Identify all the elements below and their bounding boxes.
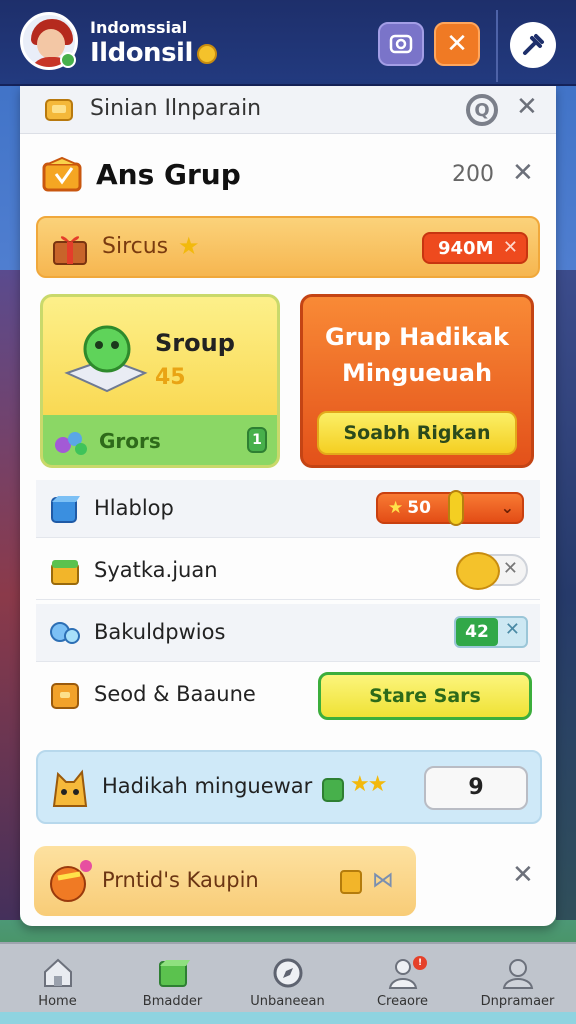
gift-icon bbox=[53, 236, 87, 265]
group-card-left[interactable]: Sroup 45 Grors 1 bbox=[40, 294, 280, 468]
list-item-label: Syatka.juan bbox=[94, 558, 218, 582]
chevron-down-icon: ⌄ bbox=[500, 498, 514, 517]
status-badge-value: 940M bbox=[438, 237, 494, 259]
chest-icon bbox=[51, 560, 79, 585]
lock-icon: 1 bbox=[247, 427, 267, 453]
nav-label: Creaore bbox=[376, 994, 429, 1009]
star-icon: ★ bbox=[178, 232, 200, 260]
status-label: Sircus bbox=[102, 234, 169, 259]
close-icon[interactable]: ✕ bbox=[503, 558, 518, 579]
gold-coin-icon bbox=[456, 552, 500, 590]
folder-icon bbox=[45, 99, 73, 121]
candy-icon bbox=[50, 860, 92, 902]
value-dropdown[interactable]: ★ 50 ⌄ bbox=[376, 490, 524, 526]
group-card-right[interactable]: Grup Hadikak Mingueuah Soabh Rigkan bbox=[300, 294, 534, 468]
coin-slider-handle[interactable] bbox=[448, 490, 464, 526]
card-left-footer: Grors bbox=[99, 429, 161, 453]
camera-button[interactable] bbox=[378, 22, 424, 66]
user-subtitle: Indomssial bbox=[90, 18, 188, 37]
compass-icon bbox=[273, 958, 302, 988]
header-divider bbox=[496, 10, 498, 82]
stars-icon: ★★ bbox=[350, 772, 387, 797]
promo-banner[interactable]: Prntid's Kaupin ⋈ bbox=[34, 846, 416, 916]
group-count: 200 bbox=[452, 162, 494, 187]
promo-close-button[interactable]: ✕ bbox=[512, 860, 534, 890]
profile-icon bbox=[502, 959, 533, 989]
list-item[interactable]: Bakuldpwios 42 ✕ bbox=[36, 604, 540, 662]
start-button[interactable]: Stare Sars bbox=[318, 672, 532, 720]
card-right-button[interactable]: Soabh Rigkan bbox=[317, 411, 517, 455]
status-badge-close-icon[interactable]: ✕ bbox=[503, 237, 518, 258]
count-value: 42 bbox=[456, 618, 498, 646]
count-chip[interactable]: 42 ✕ bbox=[454, 616, 528, 648]
coin-toggle[interactable]: ✕ bbox=[456, 552, 528, 590]
gems-icon bbox=[55, 432, 87, 455]
nav-label: Dnpramaer bbox=[480, 994, 555, 1009]
top-header: Indomssial Ildonsil ✕ bbox=[0, 0, 576, 86]
username: Ildonsil bbox=[90, 38, 217, 68]
card-left-value: 45 bbox=[155, 365, 186, 390]
username-text: Ildonsil bbox=[90, 38, 193, 68]
search-bar[interactable]: Sinian Ilnparain Q ✕ bbox=[20, 86, 556, 134]
status-badge[interactable]: 940M ✕ bbox=[422, 232, 528, 264]
quantity-field[interactable]: 9 bbox=[424, 766, 528, 810]
banner-label: Hadikah minguewar bbox=[102, 774, 313, 798]
card-left-title: Sroup bbox=[155, 329, 235, 357]
list-item[interactable]: Hlablop ★ 50 ⌄ bbox=[36, 480, 540, 538]
cat-icon bbox=[52, 769, 88, 807]
group-chest-icon bbox=[42, 156, 82, 192]
list-item-label: Seod & Baaune bbox=[94, 682, 256, 706]
bow-icon: ⋈ bbox=[372, 868, 394, 893]
close-icon[interactable]: ✕ bbox=[505, 619, 520, 640]
dropdown-value: 50 bbox=[407, 498, 431, 518]
list-item[interactable]: Syatka.juan ✕ bbox=[36, 542, 540, 600]
cube-icon bbox=[51, 496, 80, 523]
card-right-title-line1: Grup Hadikak bbox=[325, 323, 509, 351]
tools-icon bbox=[523, 34, 544, 55]
list-item[interactable]: Seod & Baaune Stare Sars bbox=[36, 666, 540, 732]
card-right-title: Grup Hadikak Mingueuah bbox=[303, 319, 531, 391]
tools-button[interactable] bbox=[510, 22, 556, 68]
promo-label: Prntid's Kaupin bbox=[102, 868, 259, 892]
online-badge-icon bbox=[60, 52, 76, 68]
status-row[interactable]: Sircus ★ 940M ✕ bbox=[36, 216, 540, 278]
search-close-button[interactable]: ✕ bbox=[516, 92, 538, 122]
verified-coin-icon bbox=[196, 43, 217, 64]
search-input[interactable]: Sinian Ilnparain bbox=[90, 96, 261, 121]
bubbles-icon bbox=[50, 622, 80, 644]
home-icon bbox=[43, 958, 72, 987]
nav-label: Unbaneean bbox=[250, 994, 325, 1009]
lock-icon bbox=[322, 778, 344, 802]
nav-label: Bmadder bbox=[142, 994, 203, 1009]
card-right-title-line2: Mingueuah bbox=[341, 359, 493, 387]
camera-icon bbox=[389, 34, 413, 54]
main-panel: Sinian Ilnparain Q ✕ Ans Grup 200 ✕ Sirc… bbox=[20, 86, 556, 926]
close-icon: ✕ bbox=[446, 29, 468, 59]
group-close-button[interactable]: ✕ bbox=[512, 158, 534, 188]
list-item-label: Bakuldpwios bbox=[94, 620, 226, 644]
bag-icon bbox=[340, 870, 362, 894]
group-title: Ans Grup bbox=[96, 158, 241, 191]
notification-badge: ! bbox=[413, 956, 427, 970]
info-banner[interactable]: Hadikah minguewar ★★ 9 bbox=[36, 750, 542, 824]
background-scenery-left bbox=[0, 270, 20, 920]
nav-label: Home bbox=[38, 994, 77, 1009]
search-icon[interactable]: Q bbox=[466, 94, 498, 126]
box-icon bbox=[51, 683, 79, 709]
close-button[interactable]: ✕ bbox=[434, 22, 480, 66]
cube-icon bbox=[158, 960, 190, 987]
list-item-label: Hlablop bbox=[94, 496, 174, 520]
background-scenery-right bbox=[556, 270, 576, 920]
star-icon: ★ bbox=[388, 498, 404, 518]
green-mascot-icon bbox=[64, 325, 148, 393]
bottom-accent-bar bbox=[0, 1012, 576, 1024]
